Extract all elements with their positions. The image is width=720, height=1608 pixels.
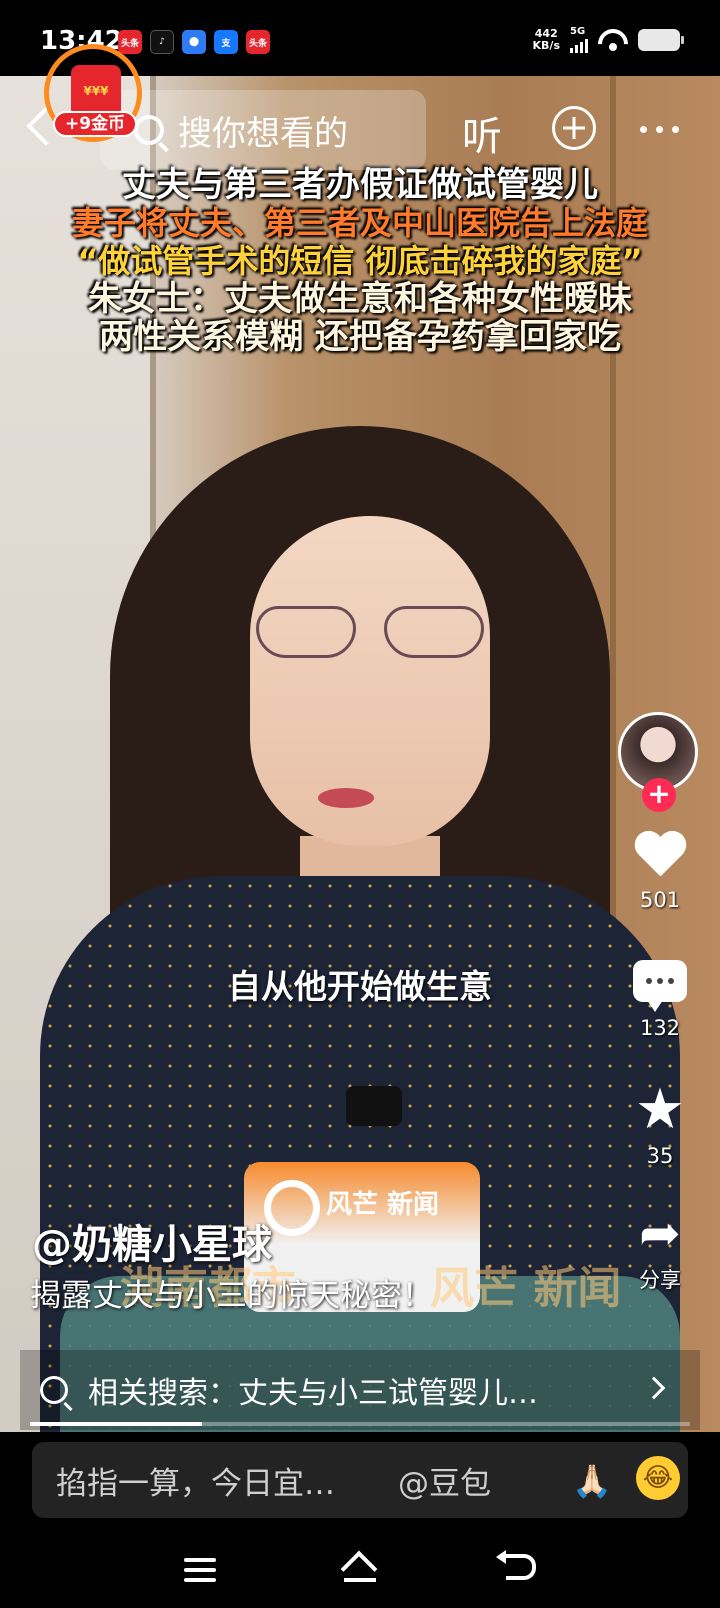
heart-icon	[633, 832, 687, 882]
like-count: 501	[639, 888, 681, 912]
toutiao-icon: 头条	[118, 30, 142, 54]
network-speed: 442 KB/s	[532, 26, 560, 52]
search-placeholder: 搜你想看的	[178, 113, 348, 154]
status-right: 442 KB/s 5G	[532, 26, 684, 53]
brand-logo-icon	[264, 1180, 320, 1236]
favorite-button[interactable]: ★ 35	[610, 1077, 710, 1169]
video-progress-bar[interactable]	[30, 1422, 690, 1426]
bottom-area: 掐指一算，今日宜… @豆包 🙏🏻 😂	[0, 1432, 720, 1608]
follow-button[interactable]: +	[642, 778, 676, 812]
person-mouth	[318, 788, 374, 808]
app-blue-icon: ⬤	[182, 30, 206, 54]
chevron-right-icon	[642, 1376, 666, 1400]
ai-prompt-input[interactable]: 掐指一算，今日宜… @豆包 🙏🏻 😂	[32, 1442, 688, 1518]
more-icon[interactable]	[640, 126, 679, 133]
alipay-icon: 支	[214, 30, 238, 54]
wifi-icon	[598, 28, 628, 51]
watermark-right: 风芒 新闻	[430, 1263, 622, 1314]
share-button[interactable]: ➦ 分享	[610, 1208, 710, 1294]
pray-emoji-icon[interactable]: 🙏🏻	[572, 1462, 612, 1500]
headline-line-4: 朱女士：丈夫做生意和各种女性暧昧	[88, 279, 632, 319]
glasses	[256, 606, 488, 668]
coin-reward-label: +9金币	[53, 111, 137, 137]
ai-prompt-text: 掐指一算，今日宜…	[56, 1465, 335, 1502]
network-type: 5G	[570, 26, 586, 37]
related-search-text: 相关搜索：丈夫与小三试管婴儿…	[88, 1376, 538, 1411]
laugh-emoji-icon[interactable]: 😂	[636, 1456, 680, 1500]
video-progress-fill	[30, 1422, 202, 1426]
home-icon[interactable]	[342, 1554, 378, 1584]
post-description[interactable]: 揭露丈夫与小三的惊天秘密！	[30, 1270, 433, 1315]
headline-line-2: 妻子将丈夫、第三者及中山医院告上法庭	[71, 204, 648, 242]
headline-line-5: 两性关系模糊 还把备孕药拿回家吃	[99, 317, 621, 357]
notification-icons: 头条 ♪ ⬤ 支 头条	[118, 30, 270, 54]
search-bar[interactable]: 搜你想看的	[100, 90, 426, 170]
favorite-count: 35	[646, 1144, 674, 1168]
menu-icon[interactable]	[184, 1558, 216, 1588]
toutiao-icon-2: 头条	[246, 30, 270, 54]
red-envelope-icon: ¥¥¥	[71, 65, 121, 117]
signal-icon	[570, 37, 588, 53]
ai-mention[interactable]: @豆包	[398, 1458, 491, 1503]
headline-line-3: “做试管手术的短信 彻底击碎我的家庭”	[77, 242, 643, 280]
search-icon	[134, 115, 164, 145]
comment-count: 132	[639, 1016, 681, 1040]
star-icon: ★	[634, 1077, 686, 1142]
listen-button[interactable]: 听	[462, 104, 502, 162]
related-search-bar[interactable]: 相关搜索：丈夫与小三试管婴儿…	[20, 1350, 700, 1430]
comment-icon	[633, 960, 687, 1012]
coin-reward-widget[interactable]: ¥¥¥ +9金币	[44, 44, 142, 142]
comment-button[interactable]: 132	[610, 960, 710, 1040]
share-label: 分享	[639, 1268, 681, 1292]
battery-icon	[638, 28, 684, 51]
share-icon: ➦	[639, 1204, 681, 1262]
system-nav-bar	[0, 1528, 720, 1608]
add-icon[interactable]	[552, 106, 596, 150]
video-headline: 丈夫与第三者办假证做试管婴儿 妻子将丈夫、第三者及中山医院告上法庭 “做试管手术…	[0, 166, 720, 356]
lapel-mic	[346, 1086, 402, 1126]
tiktok-icon: ♪	[150, 30, 174, 54]
back-nav-icon[interactable]	[496, 1550, 536, 1580]
search-icon	[40, 1376, 68, 1404]
like-button[interactable]: 501	[610, 832, 710, 912]
author-name[interactable]: @奶糖小星球	[32, 1212, 272, 1270]
